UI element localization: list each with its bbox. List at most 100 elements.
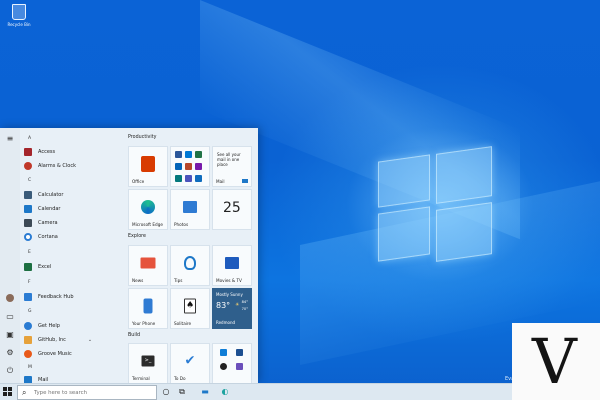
tile-your-phone[interactable]: Your Phone [128,288,168,329]
v-logo-icon: V [532,325,577,398]
search-input[interactable] [34,388,154,398]
app-item-get-help[interactable]: Get Help [24,320,120,332]
group-header-productivity[interactable]: Productivity [128,135,156,140]
app-item-access[interactable]: Access [24,146,120,158]
taskbar-search-box[interactable]: ⌕ [17,385,157,400]
tile-mail[interactable]: See all your mail in one place Mail [212,146,252,187]
calendar-icon [24,205,32,213]
github-icon [220,363,227,370]
app-item-github[interactable]: GitHub, Inc ⌄ [24,334,120,346]
tiles-area: Productivity Office See all your mail in… [128,128,256,383]
tile-label: Movies & TV [216,278,242,283]
file-explorer-icon[interactable]: ▬ [200,387,210,397]
weather-low: 70° [241,307,248,311]
tile-dev-tools-folder[interactable] [212,343,252,383]
app-label: GitHub, Inc [38,337,66,343]
app-item-cortana[interactable]: Cortana [24,231,120,243]
card-spade-icon: ♠ [184,298,196,314]
teams-icon [185,175,192,182]
news-icon [140,257,156,269]
app-label: Alarms & Clock [38,163,76,169]
tile-office[interactable]: Office [128,146,168,187]
photos-icon [183,201,197,214]
tile-label: Your Phone [132,321,156,326]
tile-label: Office [132,179,145,184]
weather-high: 84° [241,300,248,304]
windows-logo-icon [8,392,12,396]
tile-weather[interactable]: Mostly Sunny 83° ☀ 84° 70° Redmond [212,288,252,329]
app-item-alarms[interactable]: Alarms & Clock [24,160,120,172]
app-label: Groove Music [38,351,72,357]
logo-pane [436,146,492,204]
tile-tips[interactable]: Tips [170,245,210,286]
app-list: A Access Alarms & Clock C Calculator Cal… [22,128,122,383]
tile-solitaire[interactable]: ♠ Solitaire [170,288,210,329]
tile-office-apps-folder[interactable] [170,146,210,187]
user-avatar[interactable] [6,294,14,302]
app-item-mail[interactable]: Mail [24,374,120,383]
cortana-circle-icon[interactable]: ○ [161,387,171,397]
groove-music-icon [24,350,32,358]
start-menu-rail: ≡ ▭ ▣ ⚙ ⏻ [0,128,20,383]
letter-header[interactable]: C [28,178,31,183]
weather-temp: 83° [216,301,231,310]
pictures-icon[interactable]: ▣ [4,330,16,340]
task-view-icon[interactable]: ⧉ [177,387,187,397]
letter-header[interactable]: M [28,365,32,370]
app-item-calendar[interactable]: Calendar [24,203,120,215]
tile-terminal[interactable]: >_ Terminal [128,343,168,383]
app-label: Excel [38,264,52,270]
edge-taskbar-icon[interactable]: ◐ [220,387,230,397]
edge-icon [141,200,155,215]
windows-logo-icon [3,392,7,396]
hamburger-menu-icon[interactable]: ≡ [4,134,16,144]
logo-pane [436,202,492,262]
app-label: Access [38,149,56,155]
app-item-feedback-hub[interactable]: Feedback Hub [24,291,120,303]
tile-todo[interactable]: ✔ To Do [170,343,210,383]
weather-condition: Mostly Sunny [216,292,243,297]
app-item-calculator[interactable]: Calculator [24,189,120,201]
access-icon [24,148,32,156]
tile-label: Microsoft Edge [132,222,163,227]
group-header-build[interactable]: Build [128,333,140,338]
tile-label: Mail [216,179,225,184]
office-icon [141,156,155,173]
app-item-camera[interactable]: Camera [24,217,120,229]
app-item-excel[interactable]: Excel [24,261,120,273]
excel-icon [24,263,32,271]
group-header-explore[interactable]: Explore [128,234,146,239]
recycle-bin-icon [12,4,26,20]
chevron-down-icon: ⌄ [87,337,93,343]
documents-icon[interactable]: ▭ [4,312,16,322]
tile-microsoft-edge[interactable]: Microsoft Edge [128,189,168,230]
app-label: Get Help [38,323,60,329]
alarm-clock-icon [24,162,32,170]
weather-city: Redmond [216,320,236,325]
feedback-hub-icon [24,293,32,301]
azure-icon [236,349,243,356]
letter-header[interactable]: G [28,309,32,314]
checkmark-icon: ✔ [184,353,196,369]
visual-studio-icon [236,363,243,370]
settings-gear-icon[interactable]: ⚙ [4,348,16,358]
phone-icon [143,298,153,314]
onenote-icon [195,163,202,170]
app-item-groove-music[interactable]: Groove Music [24,348,120,360]
letter-header[interactable]: F [28,280,31,285]
windows-logo-wallpaper [378,146,494,264]
tile-photos[interactable]: Photos [170,189,210,230]
word-icon [175,151,182,158]
folder-icon [24,336,32,344]
tile-calendar[interactable]: 25 [212,189,252,230]
tile-news[interactable]: News [128,245,168,286]
start-button[interactable] [3,387,13,397]
power-icon[interactable]: ⏻ [4,366,16,376]
tile-label: To Do [174,376,186,381]
letter-header[interactable]: A [28,136,31,141]
camera-icon [24,219,32,227]
letter-header[interactable]: E [28,250,31,255]
recycle-bin-shortcut[interactable]: Recycle Bin [4,4,34,27]
skype-icon [195,175,202,182]
tile-movies-tv[interactable]: Movies & TV [212,245,252,286]
